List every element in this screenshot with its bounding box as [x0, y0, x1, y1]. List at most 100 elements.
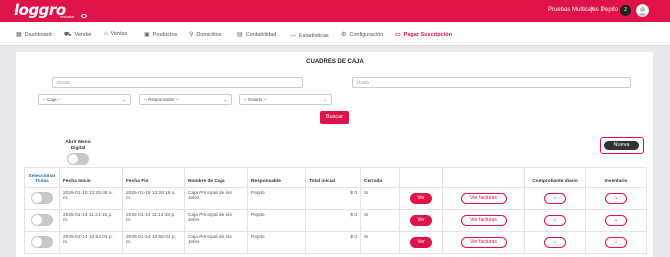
ver-cell: Ver — [399, 187, 443, 210]
avatar[interactable] — [636, 4, 649, 17]
col-comprobante: Comprobante diario — [524, 167, 586, 188]
comprobante-cell: ⌂ — [524, 231, 586, 254]
row-select-toggle[interactable] — [31, 235, 53, 248]
nav-domicilios[interactable]: ⚲ Domicilios — [189, 31, 221, 39]
nav-pagar-suscripcion[interactable]: ▭ Pagar Suscripción — [395, 31, 452, 39]
buscar-button[interactable]: Buscar — [320, 111, 349, 124]
fecha-fin-cell: 2025-01-15 12:26:16 a. m. — [122, 187, 185, 210]
ver-button[interactable]: Ver — [410, 215, 432, 226]
cerrada-cell: Si — [360, 209, 400, 232]
row-select-cell — [24, 187, 60, 210]
nav-dashboard[interactable]: ▦ Dashboard — [16, 31, 52, 39]
dashboard-icon: ▦ — [16, 32, 22, 38]
nueva-button[interactable]: Nueva — [604, 141, 639, 150]
box-icon: ▣ — [144, 32, 150, 38]
chevron-down-icon[interactable]: ▾ — [591, 6, 594, 12]
col-responsable: Responsable — [247, 167, 306, 188]
row-select-cell — [24, 231, 60, 254]
inventario-cell: ⌂ — [585, 187, 647, 210]
table-row: 2025-01-14 11:21:15 p. m. 2025-01-14 11:… — [24, 209, 647, 232]
nueva-button-focus: Nueva — [600, 137, 644, 154]
ver-facturas-button[interactable]: Ver facturas — [460, 237, 507, 248]
ver-button[interactable]: Ver — [410, 237, 432, 248]
hasta-input[interactable]: Hasta — [352, 77, 631, 88]
bike-icon: ⚲ — [189, 32, 194, 38]
menu-digital-toggle[interactable] — [67, 153, 89, 165]
select-all-header[interactable]: Seleccionar Todas — [24, 167, 60, 188]
comprobante-cell: ⌂ — [524, 209, 586, 232]
col-ver-facturas — [442, 167, 525, 188]
chart-icon: 〰 — [290, 34, 297, 40]
ver-facturas-button[interactable]: Ver facturas — [460, 215, 507, 226]
nombre-caja-cell: Caja Principal de los Jefes — [184, 209, 248, 232]
ver-button[interactable]: Ver — [410, 193, 432, 204]
nav-vender[interactable]: ⛟ Vender — [64, 31, 92, 39]
home-icon: ⌂ — [553, 217, 557, 223]
company-selector[interactable]: Pruebas Multicajas 1 — [548, 7, 604, 13]
top-bar: loggro restobar Pruebas Multicajas 1 ▾ P… — [0, 0, 670, 22]
notification-badge[interactable]: 2 — [620, 5, 631, 16]
nav-ventas[interactable]: ⌂ Ventas — [104, 31, 127, 37]
table-header-row: Seleccionar Todas Fecha Inicio Fecha Fin… — [24, 167, 647, 188]
inventario-button[interactable]: ⌂ — [605, 215, 627, 226]
estado-select[interactable]: -- Estado -- ⌄ — [239, 94, 332, 105]
user-name[interactable]: Pepito — [601, 7, 618, 13]
comprobante-button[interactable]: ⌂ — [544, 237, 566, 248]
inventario-cell: ⌂ — [585, 231, 647, 254]
nav-productos[interactable]: ▣ Productos — [144, 31, 177, 39]
chevron-down-icon: ⌄ — [223, 97, 227, 102]
row-select-toggle[interactable] — [31, 191, 53, 204]
home-icon: ⌂ — [614, 239, 618, 245]
fecha-inicio-cell: 2025-01-14 10:54:01 p. m. — [59, 231, 123, 254]
home-icon: ⌂ — [553, 239, 557, 245]
total-inicial-cell: $ 0 — [305, 231, 361, 254]
col-total-inicial: Total inicial — [305, 167, 361, 188]
credit-card-icon: ▭ — [395, 32, 401, 38]
nombre-caja-cell: Caja Principal de los Jefes — [184, 231, 248, 254]
desde-input[interactable]: Desde — [52, 77, 303, 88]
row-select-cell — [24, 209, 60, 232]
home-icon: ⌂ — [614, 195, 618, 201]
home-icon: ⌂ — [614, 217, 618, 223]
table-row: 2025-01-15 12:25:46 a. m. 2025-01-15 12:… — [24, 187, 647, 210]
col-cerrada: Cerrada — [360, 167, 400, 188]
col-fecha-inicio: Fecha Inicio — [59, 167, 123, 188]
ver-facturas-cell: Ver facturas — [442, 187, 525, 210]
logo[interactable]: loggro — [14, 1, 66, 19]
inventario-button[interactable]: ⌂ — [605, 237, 627, 248]
home-icon: ⌂ — [553, 195, 557, 201]
fecha-inicio-cell: 2025-01-15 12:25:46 a. m. — [59, 187, 123, 210]
nav-contabilidad[interactable]: ▤ Contabilidad — [237, 31, 276, 39]
cerrada-cell: Si — [360, 187, 400, 210]
col-fecha-fin: Fecha Fin — [122, 167, 185, 188]
nav-estadisticas[interactable]: 〰 Estadísticas — [290, 31, 329, 41]
fecha-fin-cell: 2025-01-14 10:55:01 p. m. — [122, 231, 185, 254]
col-inventario: Inventario — [585, 167, 647, 188]
caja-select[interactable]: -- Caja -- ⌄ — [38, 94, 131, 105]
nombre-caja-cell: Caja Principal de los Jefes — [184, 187, 248, 210]
responsable-cell: Pepito — [247, 209, 306, 232]
ver-facturas-button[interactable]: Ver facturas — [460, 193, 507, 204]
ver-cell: Ver — [399, 231, 443, 254]
table-row: 2025-01-14 10:54:01 p. m. 2025-01-14 10:… — [24, 231, 647, 254]
responsable-select[interactable]: -- Responsable -- ⌄ — [139, 94, 232, 105]
tag-icon: ⌂ — [104, 31, 108, 37]
col-nombre-caja: Nombre de Caja — [184, 167, 248, 188]
inventario-button[interactable]: ⌂ — [605, 193, 627, 204]
nav-configuracion[interactable]: ⚙ Configuración — [341, 31, 383, 39]
comprobante-cell: ⌂ — [524, 187, 586, 210]
inventario-cell: ⌂ — [585, 209, 647, 232]
chevron-down-icon: ⌄ — [323, 97, 327, 102]
total-inicial-cell: $ 0 — [305, 209, 361, 232]
logo-subtitle: restobar — [60, 14, 75, 19]
eye-icon[interactable] — [81, 14, 87, 18]
ver-cell: Ver — [399, 209, 443, 232]
comprobante-button[interactable]: ⌂ — [544, 193, 566, 204]
comprobante-button[interactable]: ⌂ — [544, 215, 566, 226]
row-select-toggle[interactable] — [31, 213, 53, 226]
total-inicial-cell: $ 0 — [305, 187, 361, 210]
col-ver — [399, 167, 443, 188]
fecha-fin-cell: 2025-01-14 11:14:34 p. m. — [122, 209, 185, 232]
cart-icon: ⛟ — [64, 32, 72, 38]
cuadres-table: Seleccionar Todas Fecha Inicio Fecha Fin… — [24, 167, 647, 254]
